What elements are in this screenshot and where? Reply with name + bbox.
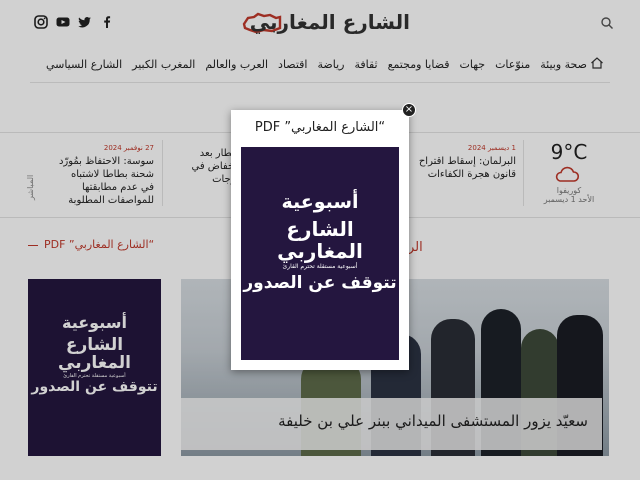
cover-headline: تتوقف عن الصدور [243, 273, 397, 293]
cover-line-3: المغاربي [277, 239, 363, 263]
popup-title: “الشارع المغاربي” PDF [254, 120, 386, 135]
cover-tagline: أسبوعية مستقلة تحترم القارئ [282, 263, 358, 270]
cover-line-2: الشارع [286, 217, 354, 241]
popup-pdf-cover[interactable]: أسبوعية الشارع المغاربي أسبوعية مستقلة ت… [241, 147, 399, 360]
pdf-popup: “الشارع المغاربي” PDF أسبوعية الشارع الم… [231, 110, 409, 370]
close-icon[interactable]: × [402, 103, 416, 117]
cover-line-1: أسبوعية [281, 191, 359, 213]
